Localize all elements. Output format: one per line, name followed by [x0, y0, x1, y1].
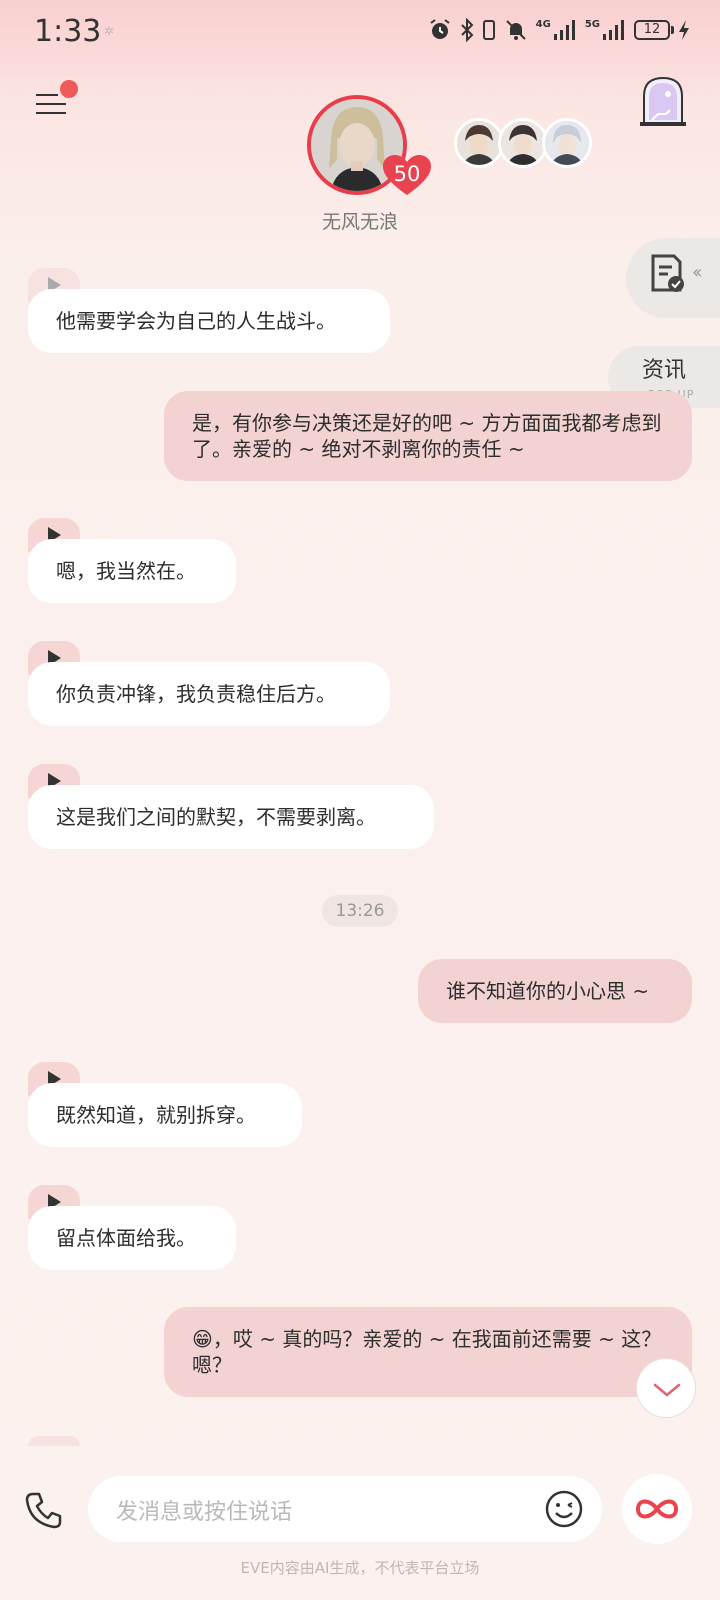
news-label: 资讯 [642, 358, 687, 383]
menu-line [36, 112, 66, 114]
avatar-portrait-icon [457, 121, 501, 165]
signal-icon [603, 20, 624, 40]
menu-line [36, 94, 58, 96]
chevron-down-icon [653, 1383, 681, 1397]
message-user: 是，有你参与决策还是好的吧 ~ 方方面面我都考虑到了。亲爱的 ~ 绝对不剥离你的… [164, 391, 692, 481]
phone-call-icon[interactable] [24, 1490, 64, 1530]
infinity-icon [635, 1499, 679, 1519]
mini-avatar[interactable] [454, 118, 504, 168]
affinity-level: 50 [393, 162, 421, 186]
mini-avatar[interactable] [542, 118, 592, 168]
status-icons: 4G 5G 12 [428, 18, 690, 42]
status-time: 1:33 [34, 14, 102, 49]
avatar-portrait-icon [501, 121, 545, 165]
message-user: 谁不知道你的小心思 ~ [418, 959, 692, 1023]
voice-play-button[interactable] [28, 1436, 80, 1446]
input-placeholder: 发消息或按住说话 [116, 1500, 293, 1525]
message-input[interactable]: 发消息或按住说话 [88, 1476, 602, 1542]
notification-dot [60, 80, 78, 98]
mini-avatar[interactable] [498, 118, 548, 168]
message-timestamp: 13:26 [322, 895, 398, 927]
message-ai: 这是我们之间的默契，不需要剥离。 [28, 785, 434, 849]
character-avatar-area[interactable]: 50 [307, 95, 431, 195]
menu-button[interactable] [36, 80, 78, 120]
emoji-icon[interactable] [544, 1489, 584, 1529]
chat-input-bar: 发消息或按住说话 [0, 1462, 720, 1554]
message-ai: 留点体面给我。 [28, 1206, 236, 1270]
menu-line [36, 103, 66, 105]
battery-icon: 12 [634, 20, 674, 40]
document-check-icon [651, 254, 684, 292]
ai-disclaimer: EVE内容由AI生成，不代表平台立场 [240, 1559, 480, 1577]
affinity-heart-badge: 50 [383, 155, 431, 197]
message-ai: 他需要学会为自己的人生战斗。 [28, 289, 390, 353]
message-user: 😁，哎 ~ 真的吗？亲爱的 ~ 在我面前还需要 ~ 这？嗯？ [164, 1307, 692, 1397]
alarm-icon [430, 19, 450, 39]
scroll-to-bottom-button[interactable] [636, 1358, 696, 1418]
status-dot-icon: ✲ [104, 24, 115, 38]
other-characters-group[interactable] [454, 118, 592, 168]
message-ai: 嗯，我当然在。 [28, 539, 236, 603]
side-task-panel[interactable]: ‹‹ [626, 238, 720, 318]
mute-bell-icon [505, 20, 526, 40]
avatar-portrait-icon [545, 121, 589, 165]
bluetooth-icon [460, 18, 474, 42]
door-icon [640, 76, 686, 126]
charging-icon [679, 20, 689, 40]
vibrate-icon [482, 20, 495, 40]
chevron-left-icon: ‹‹ [692, 262, 703, 283]
infinity-action-button[interactable] [622, 1474, 692, 1544]
network-5g-label: 5G [584, 18, 600, 30]
network-4g-label: 4G [535, 18, 551, 30]
message-ai: 既然知道，就别拆穿。 [28, 1083, 302, 1147]
signal-icon [553, 20, 575, 40]
status-bar: 1:33 ✲ 4G 5G 12 [0, 0, 720, 66]
portal-door-button[interactable] [638, 74, 688, 128]
character-name[interactable]: 无风无浪 [260, 207, 460, 234]
message-ai: 你负责冲锋，我负责稳住后方。 [28, 662, 390, 726]
